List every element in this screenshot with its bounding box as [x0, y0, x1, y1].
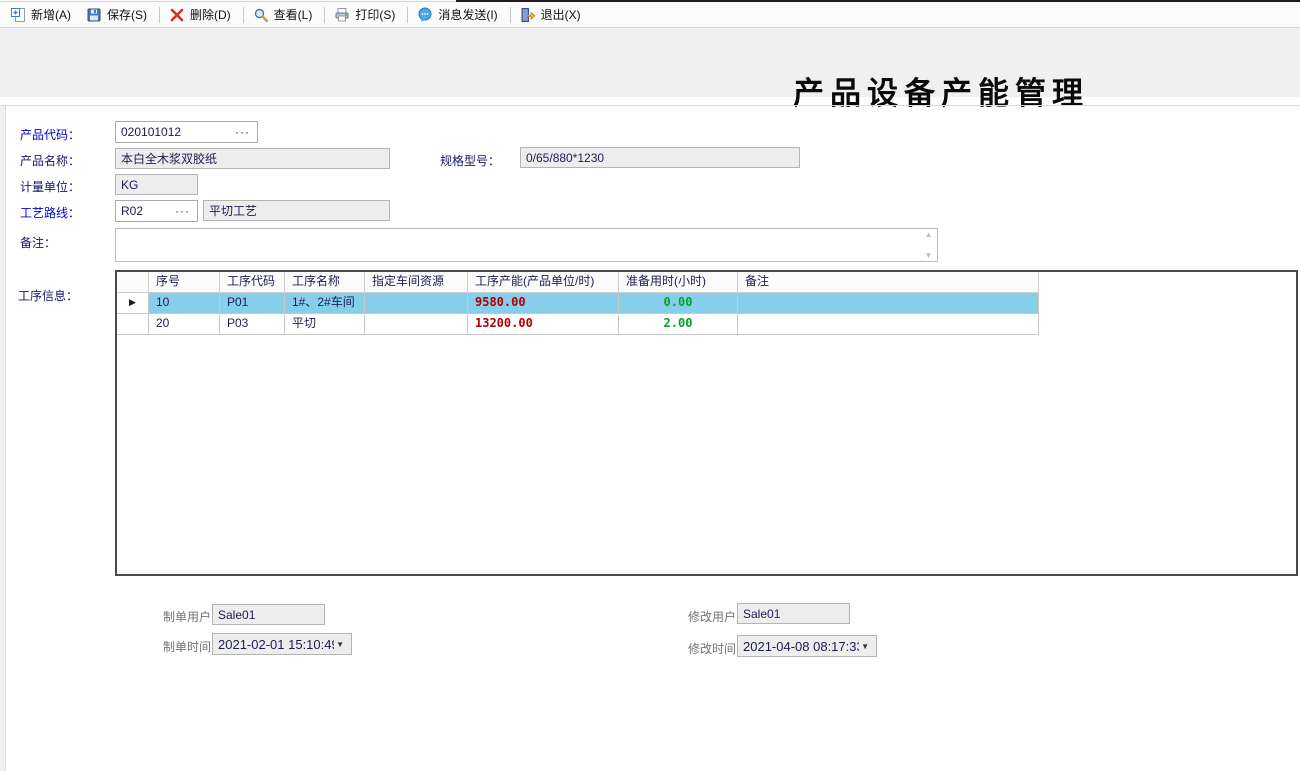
toolbar-separator [324, 7, 325, 23]
save-icon [86, 7, 102, 23]
product-name-label: 产品名称： [20, 152, 80, 169]
remark-scrollbar: ▲ ▼ [921, 230, 936, 261]
modify-time-value: 2021-04-08 08:17:33 [743, 639, 859, 654]
process-grid: 序号工序代码工序名称指定车间资源工序产能(产品单位/时)准备用时(小时)备注▶1… [115, 270, 1298, 576]
exit-icon [520, 7, 536, 23]
row-selector-cell[interactable] [117, 314, 149, 335]
grid-cell[interactable]: P01 [220, 293, 285, 314]
grid-selector-header[interactable] [117, 272, 149, 293]
grid-cell[interactable]: 20 [149, 314, 220, 335]
grid-cell[interactable]: 13200.00 [468, 314, 619, 335]
create-user-field[interactable]: Sale01 [212, 604, 325, 625]
unit-field[interactable]: KG [115, 174, 198, 195]
toolbar-button-label: 打印(S) [355, 6, 395, 23]
grid-cell[interactable]: 9580.00 [468, 293, 619, 314]
unit-value: KG [121, 178, 138, 192]
spec-model-field[interactable]: 0/65/880*1230 [520, 147, 800, 168]
toolbar-separator [407, 7, 408, 23]
print-icon [334, 7, 350, 23]
grid-cell[interactable]: P03 [220, 314, 285, 335]
toolbar-button-print[interactable]: 打印(S) [328, 3, 404, 26]
toolbar-button-label: 删除(D) [190, 6, 231, 23]
grid-cell[interactable]: 平切 [285, 314, 365, 335]
product-code-picker-button[interactable]: ··· [233, 127, 252, 137]
grid-header-row: 序号工序代码工序名称指定车间资源工序产能(产品单位/时)准备用时(小时)备注 [117, 272, 1296, 293]
create-user-value: Sale01 [218, 608, 255, 622]
remark-field[interactable]: ▲ ▼ [115, 228, 938, 262]
grid-cell[interactable] [365, 293, 468, 314]
toolbar-button-label: 新增(A) [31, 6, 71, 23]
toolbar-button-message[interactable]: 消息发送(I) [411, 3, 506, 26]
grid-cell[interactable]: 2.00 [619, 314, 738, 335]
product-capacity-window: 新增(A) 保存(S) 删除(D) 查看(L) 打印(S) 消息发送(I) 退出(X) 产品… [0, 0, 1300, 771]
page-title: 产品设备产能管理 [793, 68, 1089, 113]
process-route-name-field[interactable]: 平切工艺 [203, 200, 390, 221]
toolbar-button-new[interactable]: 新增(A) [4, 3, 80, 26]
new-icon [10, 7, 26, 23]
toolbar-button-view[interactable]: 查看(L) [247, 3, 322, 26]
product-name-value: 本白全木浆双胶纸 [121, 150, 217, 167]
process-route-picker-button[interactable]: ··· [173, 206, 192, 216]
scroll-down-icon[interactable]: ▼ [925, 251, 933, 261]
product-code-value: 020101012 [121, 125, 181, 139]
grid-cell[interactable] [365, 314, 468, 335]
grid-cell[interactable] [738, 293, 1039, 314]
modify-time-dropdown-icon[interactable]: ▼ [859, 642, 871, 651]
spec-model-value: 0/65/880*1230 [526, 151, 604, 165]
grid-cell[interactable]: 1#、2#车间 [285, 293, 365, 314]
create-time-combo[interactable]: 2021-02-01 15:10:49 ▼ [212, 633, 352, 655]
grid-row[interactable]: 20P03平切 13200.002.00 [117, 314, 1296, 335]
grid-column-header[interactable]: 序号 [149, 272, 220, 293]
modify-user-value: Sale01 [743, 607, 780, 621]
toolbar-button-label: 查看(L) [274, 6, 313, 23]
create-time-value: 2021-02-01 15:10:49 [218, 637, 334, 652]
toolbar-separator [510, 7, 511, 23]
delete-icon [169, 7, 185, 23]
view-icon [253, 7, 269, 23]
toolbar-separator [159, 7, 160, 23]
modify-time-combo[interactable]: 2021-04-08 08:17:33 ▼ [737, 635, 877, 657]
process-route-name-value: 平切工艺 [209, 202, 257, 219]
remark-label: 备注： [20, 234, 56, 251]
product-code-field[interactable]: 020101012 ··· [115, 121, 258, 143]
toolbar: 新增(A) 保存(S) 删除(D) 查看(L) 打印(S) 消息发送(I) 退出(X) [0, 2, 1300, 28]
process-route-code-value: R02 [121, 204, 143, 218]
content-divider [0, 105, 1300, 106]
modify-user-field[interactable]: Sale01 [737, 603, 850, 624]
grid-column-header[interactable]: 工序名称 [285, 272, 365, 293]
create-time-dropdown-icon[interactable]: ▼ [334, 640, 346, 649]
grid-cell[interactable]: 10 [149, 293, 220, 314]
grid-row[interactable]: ▶10P011#、2#车间 9580.000.00 [117, 293, 1296, 314]
grid-column-header[interactable]: 工序产能(产品单位/时) [468, 272, 619, 293]
process-grid-label: 工序信息： [18, 287, 78, 304]
grid-column-header[interactable]: 准备用时(小时) [619, 272, 738, 293]
message-icon [417, 7, 433, 23]
toolbar-button-delete[interactable]: 删除(D) [163, 3, 240, 26]
left-edge-strip [0, 106, 6, 771]
remark-value [116, 229, 124, 247]
grid-cell[interactable]: 0.00 [619, 293, 738, 314]
grid-cell[interactable] [738, 314, 1039, 335]
toolbar-separator [243, 7, 244, 23]
toolbar-button-label: 消息发送(I) [438, 6, 497, 23]
grid-column-header[interactable]: 备注 [738, 272, 1039, 293]
row-selected-marker-icon[interactable]: ▶ [117, 293, 149, 314]
toolbar-button-label: 退出(X) [541, 6, 581, 23]
process-route-label: 工艺路线： [20, 204, 80, 221]
product-name-field[interactable]: 本白全木浆双胶纸 [115, 148, 390, 169]
product-code-label: 产品代码： [20, 126, 80, 143]
title-band: 产品设备产能管理 [0, 28, 1300, 97]
scroll-up-icon[interactable]: ▲ [925, 230, 933, 240]
toolbar-button-exit[interactable]: 退出(X) [514, 3, 590, 26]
toolbar-button-save[interactable]: 保存(S) [80, 3, 156, 26]
spec-model-label: 规格型号： [440, 152, 500, 169]
grid-column-header[interactable]: 工序代码 [220, 272, 285, 293]
unit-label: 计量单位： [20, 178, 80, 195]
process-route-code-field[interactable]: R02 ··· [115, 200, 198, 222]
toolbar-button-label: 保存(S) [107, 6, 147, 23]
grid-column-header[interactable]: 指定车间资源 [365, 272, 468, 293]
